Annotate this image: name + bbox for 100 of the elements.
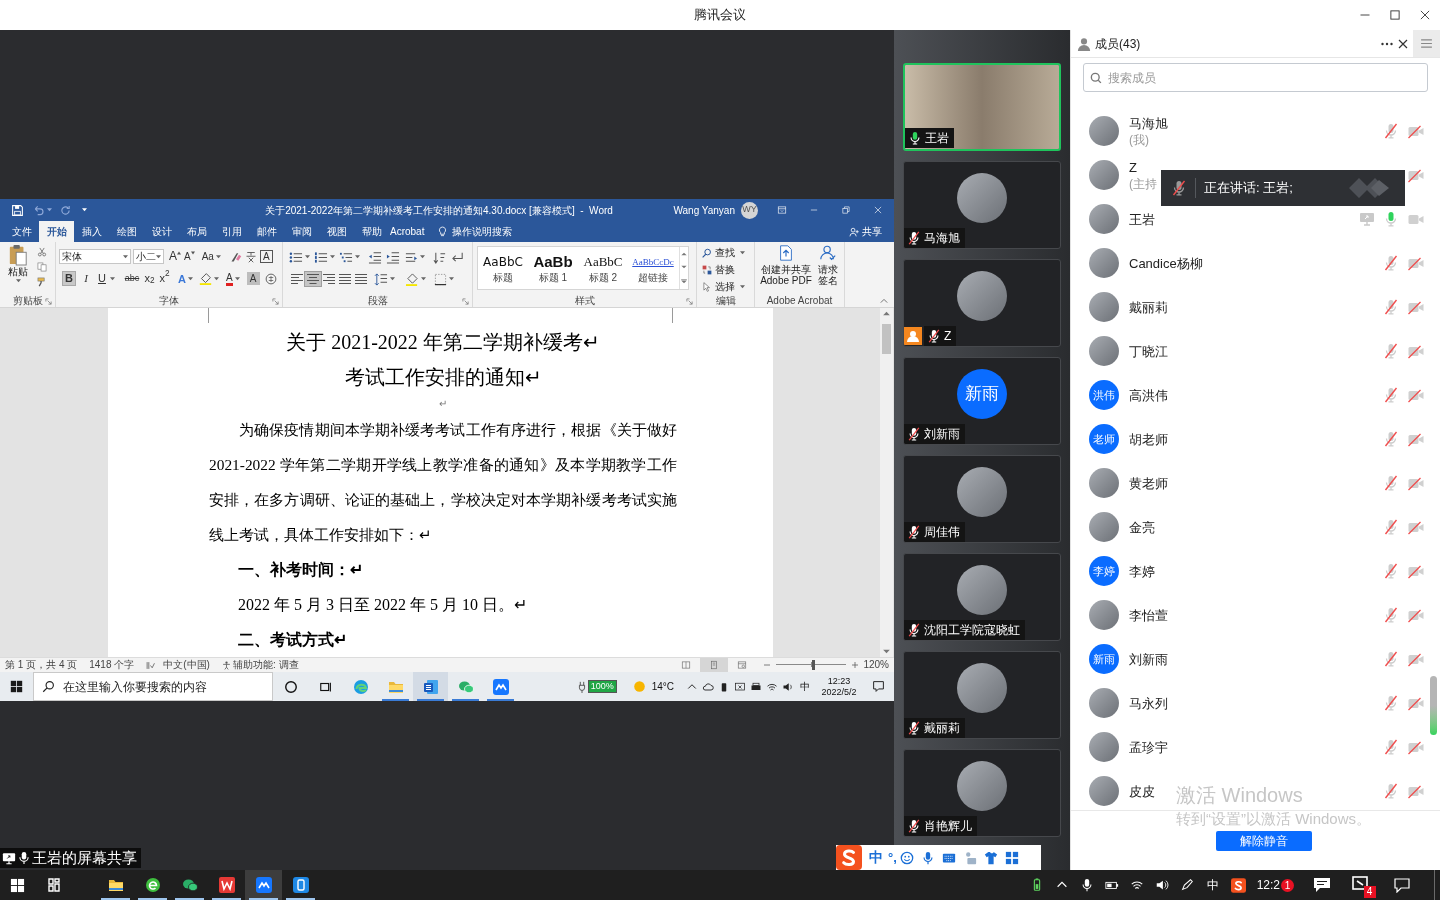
scissors-icon[interactable]: [37, 247, 47, 257]
caret-icon[interactable]: [330, 255, 335, 259]
clock-time[interactable]: 12:2: [1256, 876, 1280, 894]
screen-icon[interactable]: [734, 680, 746, 693]
caret-icon[interactable]: [390, 277, 395, 281]
undo-icon[interactable]: [32, 203, 45, 217]
underline-button[interactable]: U: [96, 271, 108, 286]
strikethrough-button[interactable]: abc: [123, 271, 141, 286]
style-item[interactable]: AaBbCcDc 超链接: [628, 247, 678, 289]
video-tile[interactable]: 王岩: [903, 63, 1061, 151]
dialog-launcher-icon[interactable]: [462, 298, 469, 305]
punctuation-button[interactable]: °,: [888, 847, 897, 868]
more-styles-icon[interactable]: [681, 279, 687, 285]
save-icon[interactable]: [11, 203, 24, 217]
character-border-button[interactable]: A: [259, 250, 273, 263]
find-button[interactable]: 查找: [702, 245, 745, 260]
windows-logo-icon[interactable]: [10, 877, 25, 893]
lightbulb-icon[interactable]: [437, 226, 449, 237]
justify-icon[interactable]: [337, 272, 353, 286]
caret-icon[interactable]: [82, 208, 87, 212]
word-count[interactable]: 1418 个字: [89, 660, 135, 670]
superscript-button[interactable]: x$^{2}$: [158, 271, 171, 286]
font-color-button[interactable]: A: [225, 271, 233, 286]
weather-temperature[interactable]: 14°C: [651, 679, 674, 694]
align-right-icon[interactable]: [321, 272, 337, 286]
caret-icon[interactable]: [156, 254, 161, 259]
ribbon-tab[interactable]: 开始: [39, 221, 74, 242]
scrollbar[interactable]: [880, 308, 893, 657]
font-name-field[interactable]: 宋体: [59, 249, 131, 264]
select-button[interactable]: 选择: [702, 279, 745, 294]
scroll-up-icon[interactable]: [681, 251, 687, 256]
speaker-icon[interactable]: [1155, 878, 1170, 892]
distributed-icon[interactable]: [353, 272, 369, 286]
sort-icon[interactable]: [433, 250, 447, 264]
wifi-icon[interactable]: [1130, 878, 1145, 892]
search-field[interactable]: 在这里输入你要搜索的内容: [33, 672, 273, 701]
unmute-button[interactable]: 解除静音: [1215, 831, 1312, 851]
ribbon-tab[interactable]: Acrobat: [389, 221, 426, 242]
italic-button[interactable]: I: [80, 271, 92, 286]
style-item[interactable]: AaBb 标题 1: [528, 247, 578, 289]
spelling-check-icon[interactable]: [146, 660, 156, 670]
window-icon[interactable]: [1351, 875, 1368, 890]
paste-button[interactable]: 粘贴: [3, 242, 33, 295]
scrollbar-thumb[interactable]: [882, 324, 891, 354]
close-icon[interactable]: [1398, 38, 1408, 49]
ribbon-tab[interactable]: 帮助: [354, 221, 389, 242]
bullets-icon[interactable]: [289, 250, 303, 264]
caret-icon[interactable]: [213, 276, 219, 281]
grid-icon[interactable]: [1005, 850, 1020, 865]
style-item[interactable]: AaBbC 标题 2: [578, 247, 628, 289]
shirt-icon[interactable]: [984, 850, 999, 865]
circled-character-icon[interactable]: [264, 272, 277, 285]
zoom-level[interactable]: 120%: [863, 660, 889, 670]
ribbon-tab[interactable]: 文件: [4, 221, 39, 242]
caret-icon[interactable]: [47, 208, 52, 212]
language-status[interactable]: 中文(中国): [163, 660, 210, 670]
scroll-down-icon[interactable]: [883, 649, 890, 654]
cloud-icon[interactable]: [702, 680, 714, 693]
ribbon-tab[interactable]: 设计: [144, 221, 179, 242]
ribbon-tab[interactable]: 审阅: [284, 221, 319, 242]
dialog-launcher-icon[interactable]: [45, 298, 52, 305]
logo-icon[interactable]: [1230, 877, 1246, 893]
maximize-icon[interactable]: [1389, 9, 1401, 21]
ribbon-tab[interactable]: 引用: [214, 221, 249, 242]
align-left-icon[interactable]: [289, 272, 305, 286]
windows-logo-icon[interactable]: [10, 680, 23, 693]
circle-icon[interactable]: [283, 679, 298, 694]
caret-icon[interactable]: [449, 277, 454, 281]
shrink-font-button[interactable]: A: [184, 249, 195, 264]
character-format-icon[interactable]: [244, 250, 257, 263]
caret-icon[interactable]: [187, 276, 193, 281]
video-tile[interactable]: 戴丽莉: [903, 651, 1061, 739]
close-icon[interactable]: [1419, 9, 1431, 21]
ribbon-tab[interactable]: 邮件: [249, 221, 284, 242]
caret-icon[interactable]: [15, 279, 21, 283]
caret-icon[interactable]: [234, 276, 240, 281]
power-plug-icon[interactable]: [577, 680, 586, 693]
caret-icon[interactable]: [740, 250, 745, 255]
replace-button[interactable]: 替换: [702, 262, 745, 277]
paint-bucket-icon[interactable]: [405, 272, 419, 286]
change-case-button[interactable]: Aa: [201, 249, 221, 264]
user-avatar[interactable]: WY: [741, 201, 758, 219]
share-button[interactable]: 共享: [849, 224, 882, 239]
input-method-indicator[interactable]: 中: [800, 679, 810, 694]
smiley-icon[interactable]: [900, 850, 915, 865]
return-arrow-icon[interactable]: [451, 250, 465, 264]
caret-icon[interactable]: [305, 255, 310, 259]
dialog-launcher-icon[interactable]: [272, 298, 279, 305]
taskbar-app[interactable]: [245, 870, 282, 900]
video-tile[interactable]: 周佳伟: [903, 455, 1061, 543]
multilevel-list-icon[interactable]: [339, 250, 353, 264]
ribbon-tab[interactable]: 插入: [74, 221, 109, 242]
ribbon-tab[interactable]: 布局: [179, 221, 214, 242]
ribbon-display-icon[interactable]: [777, 205, 787, 215]
search-field[interactable]: 搜索成员: [1083, 63, 1428, 92]
style-item[interactable]: AaBbC 标题: [478, 247, 528, 289]
grow-font-button[interactable]: A: [169, 249, 181, 264]
lines-arrow-icon[interactable]: [404, 250, 418, 264]
input-method-indicator[interactable]: 中: [1206, 876, 1219, 894]
video-tile[interactable]: 肖艳辉儿: [903, 749, 1061, 837]
